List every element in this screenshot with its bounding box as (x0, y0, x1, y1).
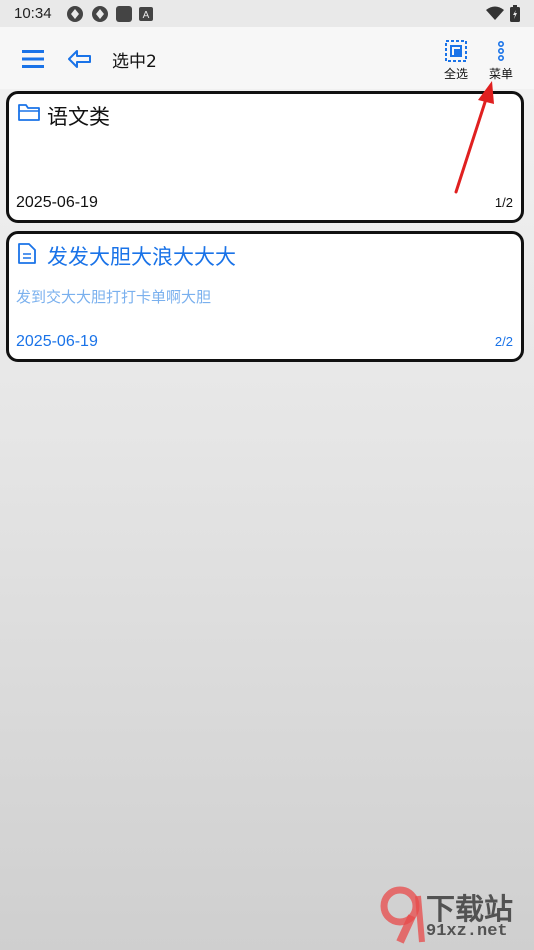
watermark-9-icon (380, 886, 425, 944)
watermark-logo: 下载站 91xz.net (378, 886, 528, 946)
watermark-domain: 91xz.net (426, 922, 508, 941)
annotation-arrow (454, 81, 494, 194)
